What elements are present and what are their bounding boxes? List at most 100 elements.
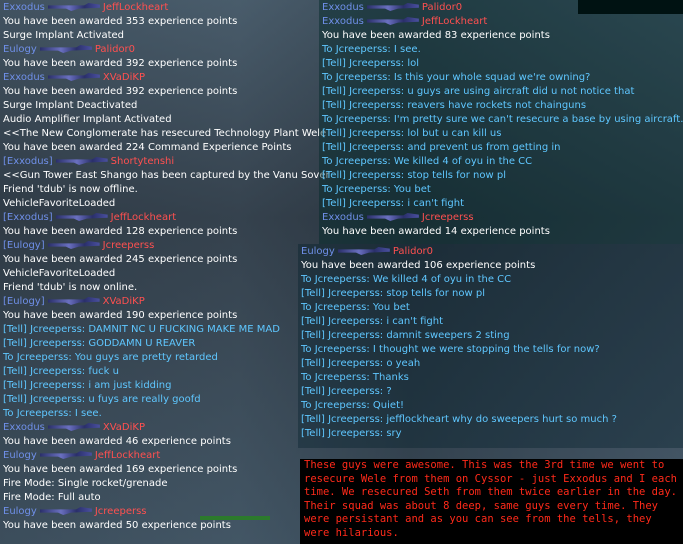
chat-system-line: You have been awarded 392 experience poi…: [3, 86, 238, 97]
chat-system-line: Friend 'tdub' is now offline.: [3, 184, 138, 195]
player-name: Jcreeperss: [94, 506, 147, 517]
chat-kill-line: Exxodus JeffLockheart: [3, 1, 168, 15]
player-name: XVaDiKP: [102, 296, 145, 307]
chat-system-line: You have been awarded 50 experience poin…: [3, 520, 231, 531]
chat-tell-line: To Jcreeperss: I see.: [322, 44, 421, 55]
chat-system-line: Fire Mode: Single rocket/grenade: [3, 478, 168, 489]
rifle-weapon-icon: [47, 423, 100, 431]
rifle-weapon-icon: [47, 3, 100, 11]
chat-tell-line: [Tell] Jcreeperss: GODDAMN U REAVER: [3, 338, 196, 349]
chat-kill-line: [Exxodus] Shortytenshi: [3, 155, 174, 169]
chat-tell-line: To Jcreeperss: You bet: [322, 184, 431, 195]
chat-system-line: You have been awarded 190 experience poi…: [3, 310, 238, 321]
chat-system-line: You have been awarded 14 experience poin…: [322, 226, 550, 237]
rifle-weapon-icon: [47, 73, 100, 81]
squad-tag: [Eulogy]: [3, 296, 45, 307]
squad-tag: Exxodus: [3, 2, 45, 13]
chat-tell-line: [Tell] Jcreeperss: fuck u: [3, 366, 119, 377]
chat-tell-line: To Jcreeperss: I see.: [3, 408, 102, 419]
squad-tag: Eulogy: [301, 246, 335, 257]
chat-tell-line: [Tell] Jcreeperss: lol: [322, 58, 419, 69]
rifle-weapon-icon: [47, 241, 100, 249]
chat-system-line: You have been awarded 392 experience poi…: [3, 58, 238, 69]
squad-tag: Exxodus: [3, 72, 45, 83]
squad-tag: Exxodus: [3, 422, 45, 433]
chat-kill-line: Exxodus JeffLockheart: [322, 15, 487, 29]
squad-tag: [Exxodus]: [3, 212, 53, 223]
chat-kill-line: [Eulogy] Jcreeperss: [3, 239, 154, 253]
rifle-weapon-icon: [366, 17, 419, 25]
chat-kill-line: Eulogy Palidor0: [3, 43, 135, 57]
chat-system-line: <<The New Conglomerate has resecured Tec…: [3, 128, 327, 139]
player-name: Jcreeperss: [421, 212, 474, 223]
player-name: XVaDiKP: [102, 72, 145, 83]
chat-tell-line: [Tell] Jcreeperss: lol but u can kill us: [322, 128, 502, 139]
chat-system-line: Friend 'tdub' is now online.: [3, 282, 138, 293]
chat-tell-line: [Tell] Jcreeperss: stop tells for now pl: [322, 170, 506, 181]
player-name: Shortytenshi: [110, 156, 175, 167]
chat-tell-line: [Tell] Jcreeperss: damnit sweepers 2 sti…: [301, 330, 510, 341]
chat-tell-line: To Jcreeperss: I'm pretty sure we can't …: [322, 114, 683, 125]
chat-system-line: Fire Mode: Full auto: [3, 492, 101, 503]
chat-system-line: You have been awarded 169 experience poi…: [3, 464, 238, 475]
squad-tag: [Exxodus]: [3, 156, 53, 167]
rifle-weapon-icon: [39, 451, 92, 459]
chat-kill-line: Eulogy Jcreeperss: [3, 505, 147, 519]
chat-tell-line: To Jcreeperss: You guys are pretty retar…: [3, 352, 218, 363]
rifle-weapon-icon: [337, 247, 390, 255]
chat-tell-line: [Tell] Jcreeperss: and prevent us from g…: [322, 142, 561, 153]
chat-system-line: You have been awarded 106 experience poi…: [301, 260, 536, 271]
squad-tag: Eulogy: [3, 506, 37, 517]
chat-system-line: VehicleFavoriteLoaded: [3, 268, 116, 279]
chat-kill-line: Exxodus Palidor0: [322, 1, 462, 15]
chat-tell-line: To Jcreeperss: We killed 4 of oyu in the…: [301, 274, 512, 285]
chat-tell-line: [Tell] Jcreeperss: jefflockheart why do …: [301, 414, 617, 425]
rifle-weapon-icon: [55, 213, 108, 221]
chat-tell-line: [Tell] Jcreeperss: i can't fight: [301, 316, 443, 327]
chat-log-left: Exxodus JeffLockheart You have been awarde…: [0, 0, 330, 544]
rifle-weapon-icon: [366, 3, 419, 11]
chat-tell-line: To Jcreeperss: Thanks: [301, 372, 409, 383]
player-name: Palidor0: [94, 44, 136, 55]
chat-log-mid-right: Eulogy Palidor0 You have been awarded 106 …: [298, 244, 683, 448]
chat-kill-line: Exxodus Jcreeperss: [322, 211, 474, 225]
chat-tell-line: [Tell] Jcreeperss: u guys are using airc…: [322, 86, 635, 97]
squad-tag: Eulogy: [3, 450, 37, 461]
chat-system-line: You have been awarded 353 experience poi…: [3, 16, 238, 27]
squad-tag: Exxodus: [322, 212, 364, 223]
player-name: JeffLockheart: [94, 450, 161, 461]
chat-log-top-right: Exxodus Palidor0 Exxodus JeffLockheart You h…: [319, 0, 683, 244]
chat-system-line: Audio Amplifier Implant Activated: [3, 114, 172, 125]
player-name: Palidor0: [421, 2, 463, 13]
chat-kill-line: Eulogy JeffLockheart: [3, 449, 160, 463]
rifle-weapon-icon: [39, 507, 92, 515]
rifle-weapon-icon: [366, 213, 419, 221]
chat-system-line: You have been awarded 245 experience poi…: [3, 254, 238, 265]
chat-tell-line: To Jcreeperss: You bet: [301, 302, 410, 313]
caption-note: These guys were awesome. This was the 3r…: [300, 459, 683, 544]
chat-tell-line: [Tell] Jcreeperss: u fuys are really goo…: [3, 394, 201, 405]
chat-kill-line: [Exxodus] JeffLockheart: [3, 211, 176, 225]
squad-tag: Eulogy: [3, 44, 37, 55]
squad-tag: Exxodus: [322, 16, 364, 27]
chat-system-line: <<Gun Tower East Shango has been capture…: [3, 170, 330, 181]
chat-system-line: VehicleFavoriteLoaded: [3, 198, 116, 209]
chat-tell-line: [Tell] Jcreeperss: sry: [301, 428, 402, 439]
chat-tell-line: To Jcreeperss: I thought we were stoppin…: [301, 344, 600, 355]
chat-tell-line: [Tell] Jcreeperss: DAMNIT NC U FUCKING M…: [3, 324, 280, 335]
chat-tell-line: [Tell] Jcreeperss: ?: [301, 386, 392, 397]
chat-tell-line: [Tell] Jcreeperss: i am just kidding: [3, 380, 172, 391]
chat-system-line: Surge Implant Activated: [3, 30, 125, 41]
chat-tell-line: [Tell] Jcreeperss: stop tells for now pl: [301, 288, 485, 299]
player-name: JeffLockheart: [421, 16, 488, 27]
player-name: Jcreeperss: [102, 240, 155, 251]
chat-tell-line: To Jcreeperss: Quiet!: [301, 400, 404, 411]
chat-tell-line: [Tell] Jcreeperss: i can't fight: [322, 198, 464, 209]
chat-system-line: Surge Implant Deactivated: [3, 100, 138, 111]
player-name: JeffLockheart: [102, 2, 169, 13]
rifle-weapon-icon: [55, 157, 108, 165]
chat-tell-line: To Jcreeperss: Is this your whole squad …: [322, 72, 591, 83]
rifle-weapon-icon: [47, 297, 100, 305]
chat-kill-line: Exxodus XVaDiKP: [3, 421, 145, 435]
chat-system-line: You have been awarded 83 experience poin…: [322, 30, 550, 41]
